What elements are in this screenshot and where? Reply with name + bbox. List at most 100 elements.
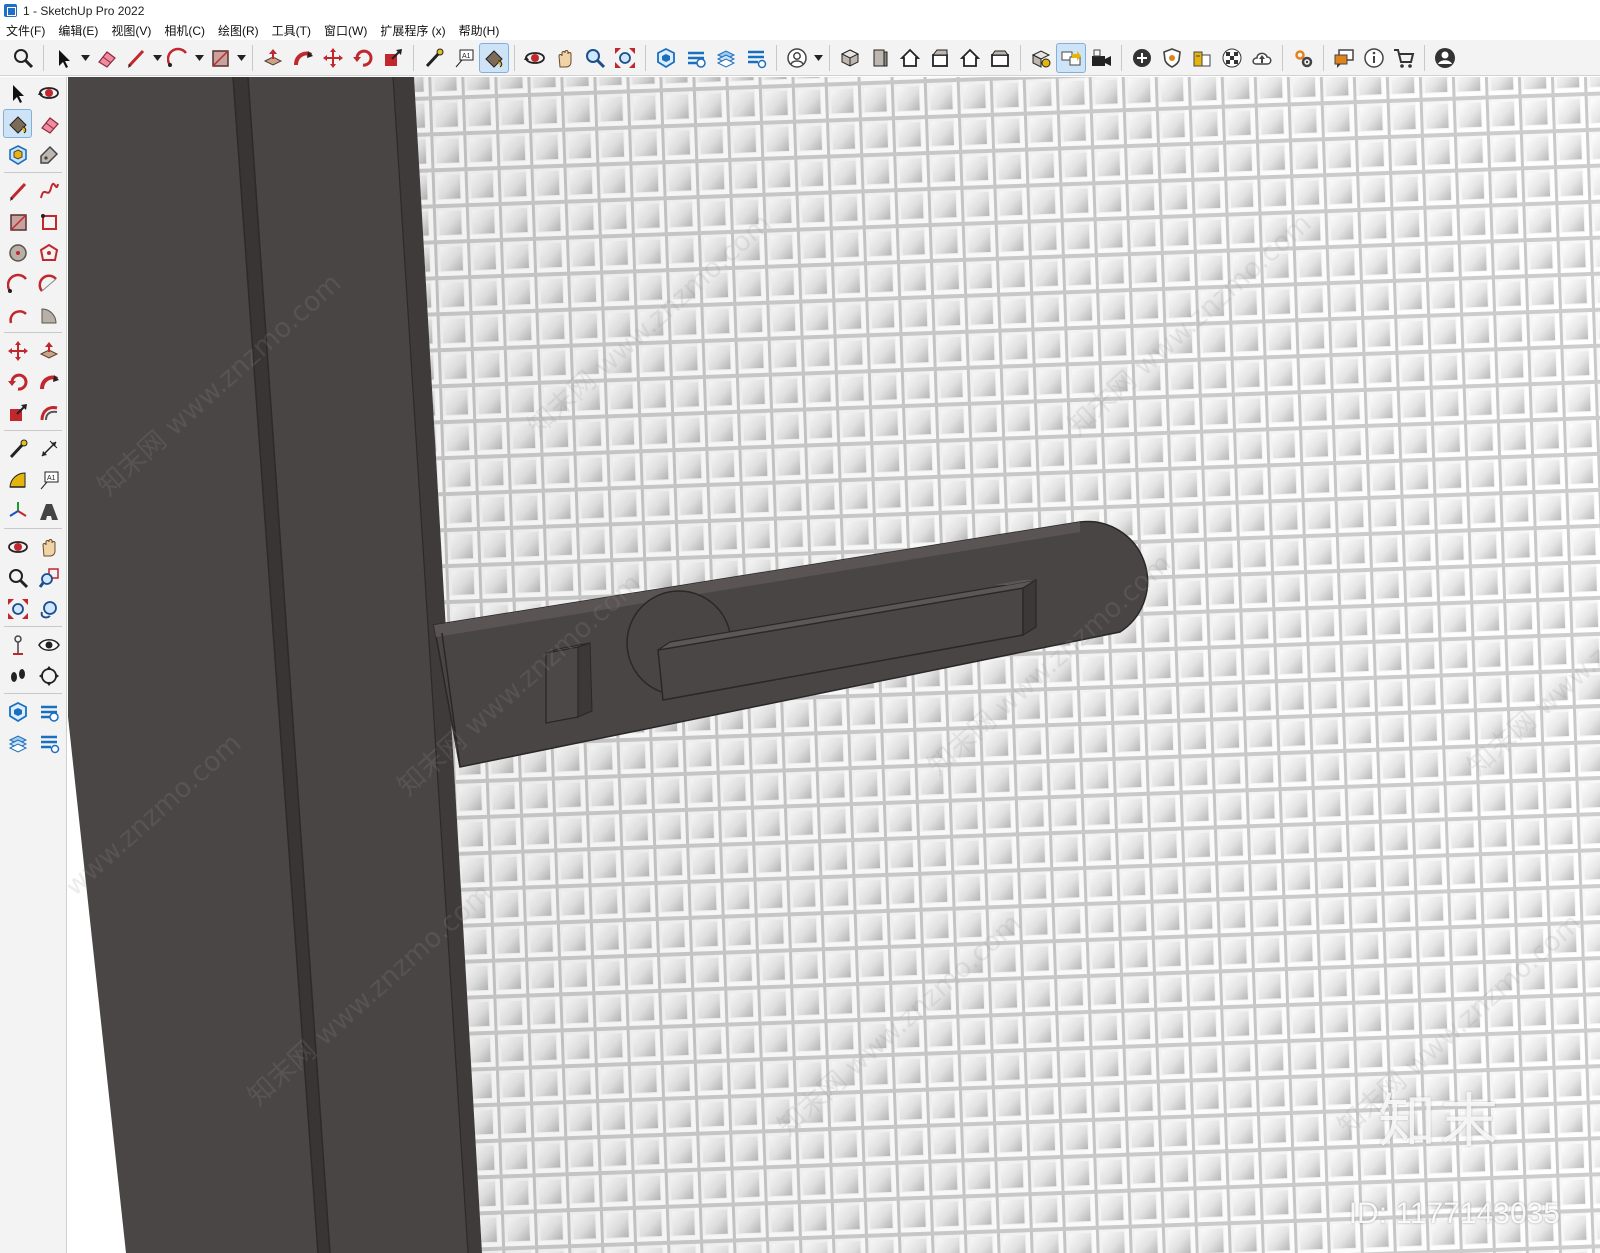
right-view-button[interactable]	[925, 43, 955, 73]
sandbox-button[interactable]	[1056, 42, 1086, 73]
section-plane-tool-button[interactable]	[34, 661, 63, 690]
freehand-tool-button[interactable]	[34, 176, 63, 205]
cloud-model-button[interactable]	[1187, 43, 1217, 73]
rectangle-button[interactable]	[205, 43, 235, 73]
chevron-down-icon[interactable]	[235, 43, 247, 73]
zoom-tool-button[interactable]	[3, 563, 32, 592]
top-view-button[interactable]	[865, 43, 895, 73]
model-viewport[interactable]: 知末网 www.znzmo.com 知末网 www.znzmo.com 知末网 …	[68, 77, 1600, 1253]
position-camera-tool-button[interactable]	[3, 630, 32, 659]
paint-bucket-tool-button[interactable]	[3, 109, 32, 138]
two-point-arc-tool-button[interactable]	[34, 269, 63, 298]
follow-me-button[interactable]	[288, 43, 318, 73]
front-view-button[interactable]	[895, 43, 925, 73]
zoom-extents-button[interactable]	[610, 43, 640, 73]
axes-tool-button[interactable]	[3, 496, 32, 525]
rotate-button[interactable]	[348, 43, 378, 73]
select-arrow-button[interactable]	[49, 43, 79, 73]
rotate-tool-button[interactable]	[3, 367, 32, 396]
upload-button[interactable]	[1247, 43, 1277, 73]
previous-view-tool-button[interactable]	[34, 594, 63, 623]
solid-tools-button[interactable]	[1026, 43, 1056, 73]
warehouse-tool-button[interactable]	[3, 697, 32, 726]
menu-item[interactable]: 相机(C)	[164, 22, 205, 39]
pencil-line-button[interactable]	[121, 43, 151, 73]
chat-button[interactable]	[1329, 43, 1359, 73]
menu-item[interactable]: 窗口(W)	[324, 22, 367, 39]
profile-button[interactable]	[1430, 43, 1460, 73]
menu-item[interactable]: 工具(T)	[272, 22, 311, 39]
zoom-tool-button[interactable]	[580, 43, 610, 73]
menu-item[interactable]: 帮助(H)	[459, 22, 500, 39]
3d-text-tool-button[interactable]	[34, 496, 63, 525]
zoom-extents-tool-button[interactable]	[3, 594, 32, 623]
pencil-tool-button[interactable]	[3, 176, 32, 205]
component-tool-button[interactable]	[3, 140, 32, 169]
pan-button[interactable]	[550, 43, 580, 73]
eraser-tool-button[interactable]	[34, 109, 63, 138]
orbit-tool-tool-button[interactable]	[3, 532, 32, 561]
move-button[interactable]	[318, 43, 348, 73]
settings-button[interactable]	[1288, 43, 1318, 73]
eraser-button[interactable]	[91, 43, 121, 73]
pie-tool-button[interactable]	[34, 300, 63, 329]
polygon-tool-button[interactable]	[34, 238, 63, 267]
three-point-arc-tool-button[interactable]	[3, 300, 32, 329]
user-account-button[interactable]	[782, 43, 812, 73]
scale-tool-button[interactable]	[3, 398, 32, 427]
iso-view-button[interactable]	[835, 43, 865, 73]
tag-tool-button[interactable]	[34, 140, 63, 169]
push-pull-button[interactable]	[258, 43, 288, 73]
orbit-button[interactable]	[520, 43, 550, 73]
paint-bucket-button[interactable]	[479, 42, 509, 73]
tape-measure-button[interactable]	[419, 43, 449, 73]
arc-button[interactable]	[163, 43, 193, 73]
offset-tool-button[interactable]	[34, 398, 63, 427]
left-view-button[interactable]	[985, 43, 1015, 73]
protractor-tool-button[interactable]	[3, 465, 32, 494]
follow-me-tool-button[interactable]	[34, 367, 63, 396]
checker-button[interactable]	[1217, 43, 1247, 73]
zoom-button[interactable]	[8, 43, 38, 73]
extension-manager-tool-button[interactable]	[34, 728, 63, 757]
chevron-down-icon[interactable]	[812, 43, 824, 73]
select-tool-button[interactable]	[3, 78, 32, 107]
layers-tool-button[interactable]	[3, 728, 32, 757]
orbit-tool-button[interactable]	[34, 78, 63, 107]
add-location-button[interactable]	[1127, 43, 1157, 73]
push-pull-tool-button[interactable]	[34, 336, 63, 365]
menu-item[interactable]: 绘图(R)	[218, 22, 259, 39]
menu-item[interactable]: 视图(V)	[111, 22, 151, 39]
camera-button[interactable]	[1086, 43, 1116, 73]
rectangle-tool-button[interactable]	[3, 207, 32, 236]
cart-button[interactable]	[1389, 43, 1419, 73]
chevron-down-icon[interactable]	[151, 43, 163, 73]
dimension-tool-button[interactable]	[34, 434, 63, 463]
extension-manager-button[interactable]	[741, 43, 771, 73]
scale-button[interactable]	[378, 43, 408, 73]
zoom-window-tool-button[interactable]	[34, 563, 63, 592]
arc-tool-button[interactable]	[3, 269, 32, 298]
info-button[interactable]	[1359, 43, 1389, 73]
rotated-rectangle-tool-button[interactable]	[34, 207, 63, 236]
pan-tool-button[interactable]	[34, 532, 63, 561]
3d-warehouse-button[interactable]	[651, 43, 681, 73]
chevron-down-icon[interactable]	[79, 43, 91, 73]
menu-item[interactable]: 文件(F)	[6, 22, 45, 39]
back-view-button[interactable]	[955, 43, 985, 73]
walk-tool-button[interactable]	[3, 661, 32, 690]
extension-warehouse-button[interactable]	[681, 43, 711, 73]
circle-tool-button[interactable]	[3, 238, 32, 267]
menu-item[interactable]: 扩展程序 (x)	[380, 22, 445, 39]
move-tool-button[interactable]	[3, 336, 32, 365]
look-around-tool-button[interactable]	[34, 630, 63, 659]
extension-warehouse-tool-button[interactable]	[34, 697, 63, 726]
shield-button[interactable]	[1157, 43, 1187, 73]
menu-item[interactable]: 编辑(E)	[58, 22, 98, 39]
layout-button[interactable]	[711, 43, 741, 73]
chevron-down-icon[interactable]	[193, 43, 205, 73]
tape-measure-tool-button[interactable]	[3, 434, 32, 463]
scene-canvas[interactable]: 知末网 www.znzmo.com 知末网 www.znzmo.com 知末网 …	[68, 77, 1600, 1253]
text-label-button[interactable]: A1	[449, 43, 479, 73]
text-tool-button[interactable]: A1	[34, 465, 63, 494]
